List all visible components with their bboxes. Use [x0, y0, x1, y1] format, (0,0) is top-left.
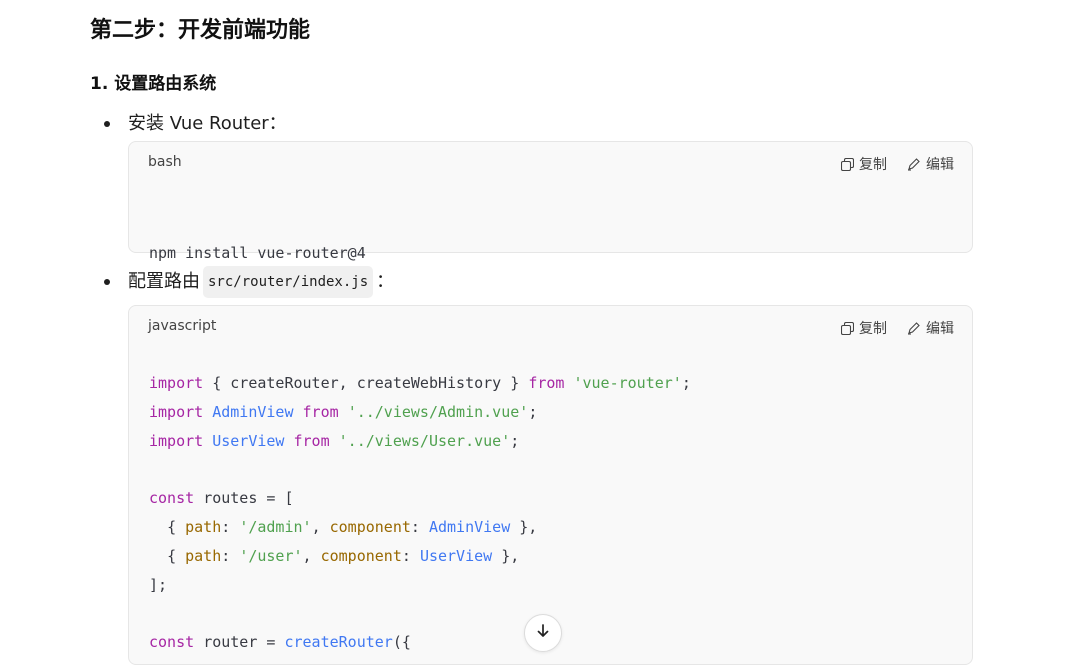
- edit-label: 编辑: [926, 157, 954, 173]
- list-item: 安装 Vue Router：: [104, 110, 287, 138]
- code-language-label: bash: [148, 154, 182, 170]
- code-line: { path: '/user', component: UserView },: [167, 546, 520, 565]
- code-block-javascript: javascript 复制 编辑 import { createRouter, …: [128, 305, 973, 665]
- edit-button[interactable]: 编辑: [907, 154, 954, 174]
- code-block-bash: bash 复制 编辑 npm install vue-router@4: [128, 141, 973, 262]
- code-actions: 复制 编辑: [841, 154, 954, 174]
- code-line: ];: [149, 575, 168, 594]
- code-content: import { createRouter, createWebHistory …: [129, 348, 972, 657]
- bullet-text: 安装 Vue Router：: [128, 113, 287, 134]
- code-line: npm install vue-router@4: [149, 244, 366, 262]
- bullet-text: 配置路由: [128, 271, 200, 292]
- section-subheading: 1. 设置路由系统: [90, 74, 217, 94]
- code-line: { path: '/admin', component: AdminView }…: [167, 517, 538, 536]
- copy-button[interactable]: 复制: [841, 318, 887, 338]
- copy-label: 复制: [859, 321, 887, 337]
- edit-label: 编辑: [926, 321, 954, 337]
- copy-icon: [841, 157, 854, 171]
- code-line: import { createRouter, createWebHistory …: [149, 374, 691, 392]
- code-actions: 复制 编辑: [841, 318, 954, 338]
- pencil-icon: [907, 157, 921, 171]
- bullet-dot: [104, 279, 110, 285]
- code-line: import UserView from '../views/User.vue'…: [149, 431, 520, 450]
- bullet-dot: [104, 121, 110, 127]
- list-item: 配置路由 src/router/index.js ：: [104, 266, 394, 298]
- code-header: javascript 复制 编辑: [129, 306, 972, 348]
- scroll-down-button[interactable]: [524, 614, 562, 652]
- copy-label: 复制: [859, 157, 887, 173]
- copy-button[interactable]: 复制: [841, 154, 887, 174]
- code-language-label: javascript: [148, 318, 217, 334]
- bullet-text-suffix: ：: [376, 271, 395, 292]
- code-header: bash 复制 编辑: [129, 142, 972, 184]
- code-line: const routes = [: [149, 489, 294, 508]
- section-heading: 第二步：开发前端功能: [90, 18, 311, 43]
- copy-icon: [841, 321, 854, 335]
- edit-button[interactable]: 编辑: [907, 318, 954, 338]
- code-line: import AdminView from '../views/Admin.vu…: [149, 402, 538, 421]
- arrow-down-icon: [535, 623, 551, 643]
- pencil-icon: [907, 321, 921, 335]
- inline-code: src/router/index.js: [203, 266, 374, 298]
